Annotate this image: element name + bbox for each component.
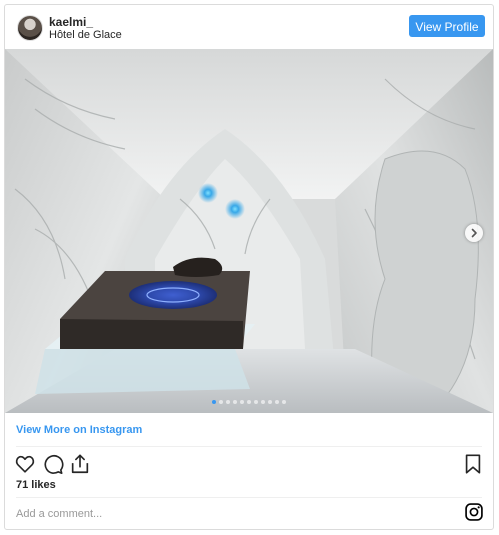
carousel-dot	[282, 400, 286, 404]
comment-icon[interactable]	[42, 453, 64, 475]
username-link[interactable]: kaelmi_	[49, 15, 93, 29]
carousel-dot	[240, 400, 244, 404]
carousel-dot	[247, 400, 251, 404]
heart-icon[interactable]	[14, 453, 36, 475]
avatar[interactable]	[17, 15, 43, 41]
action-bar	[5, 452, 493, 478]
carousel-dot	[212, 400, 216, 404]
carousel-dot	[261, 400, 265, 404]
view-more-link[interactable]: View More on Instagram	[16, 424, 142, 436]
carousel-indicator	[5, 400, 493, 404]
carousel-dot	[226, 400, 230, 404]
carousel-dot	[219, 400, 223, 404]
post-photo[interactable]	[5, 49, 493, 413]
share-icon[interactable]	[69, 453, 91, 475]
ice-hotel-room-image	[5, 49, 493, 413]
instagram-embed-card: kaelmi_ Hôtel de Glace View Profile View…	[4, 4, 494, 530]
likes-count[interactable]: 71 likes	[16, 479, 56, 491]
carousel-dot	[254, 400, 258, 404]
location-link[interactable]: Hôtel de Glace	[49, 29, 122, 41]
add-comment-input[interactable]: Add a comment...	[16, 508, 102, 520]
carousel-dot	[268, 400, 272, 404]
bookmark-icon[interactable]	[462, 453, 484, 475]
comment-row: Add a comment...	[5, 500, 493, 529]
view-profile-button[interactable]: View Profile	[409, 15, 485, 37]
carousel-dot	[233, 400, 237, 404]
carousel-dot	[275, 400, 279, 404]
chevron-right-icon	[471, 228, 477, 238]
post-header: kaelmi_ Hôtel de Glace View Profile	[5, 5, 493, 49]
divider	[16, 497, 482, 498]
next-slide-button[interactable]	[465, 224, 483, 242]
divider	[16, 446, 482, 447]
instagram-icon[interactable]	[464, 502, 484, 522]
